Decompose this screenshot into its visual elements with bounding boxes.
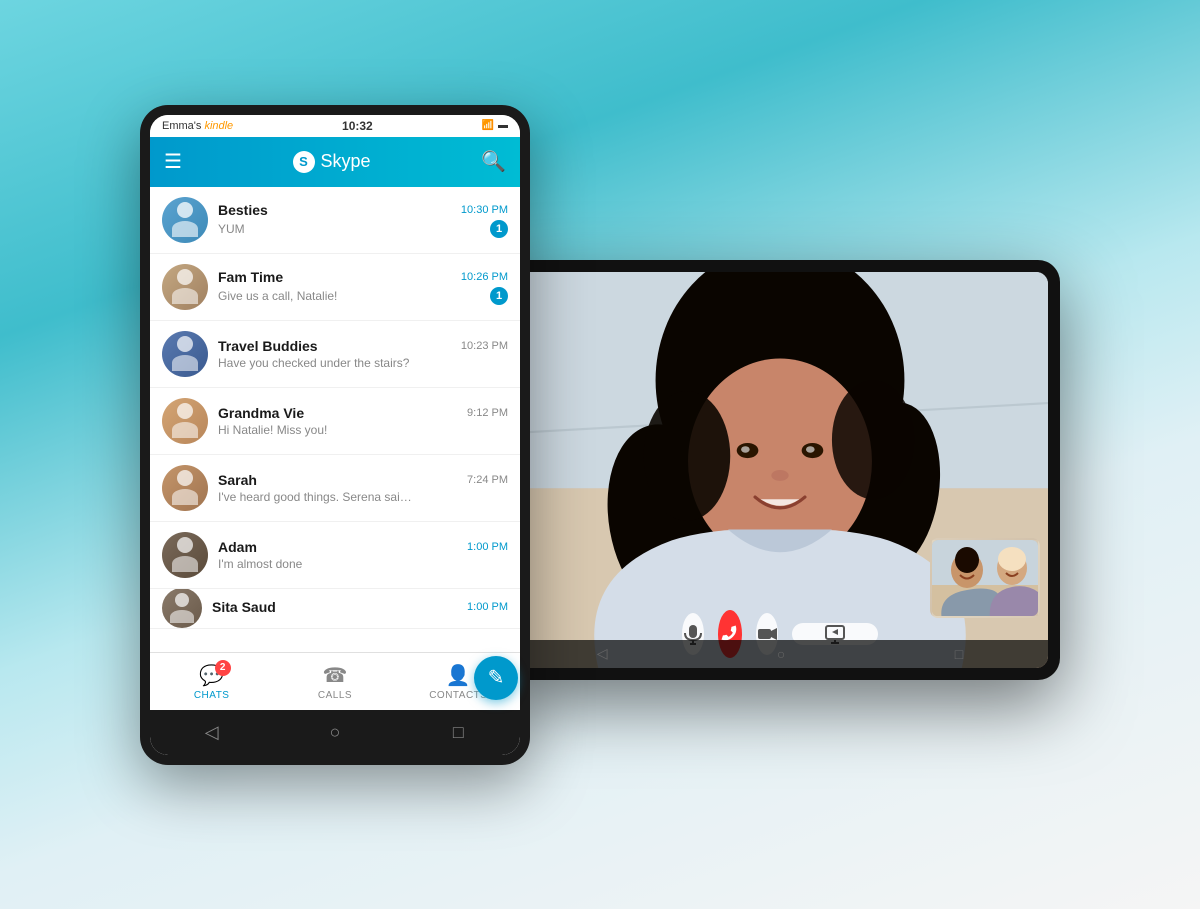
- avatar-sita: [162, 589, 202, 629]
- app-title: S Skype: [293, 151, 371, 173]
- back-button[interactable]: ◁: [197, 722, 227, 743]
- chat-content-besties: Besties 10:30 PM YUM 1: [218, 202, 508, 238]
- chats-nav-label: CHATS: [194, 690, 230, 701]
- pip-svg: [932, 540, 1040, 618]
- nav-item-calls[interactable]: ☎ CALLS: [273, 664, 396, 701]
- avatar-icon-famtime: [162, 264, 208, 310]
- chat-item-sarah[interactable]: Sarah 7:24 PM I've heard good things. Se…: [150, 455, 520, 522]
- chat-content-sita: Sita Saud 1:00 PM: [212, 599, 508, 617]
- back-btn-land[interactable]: ◁: [597, 645, 608, 662]
- chat-content-sarah: Sarah 7:24 PM I've heard good things. Se…: [218, 472, 508, 504]
- chat-preview-sarah: I've heard good things. Serena said she.…: [218, 490, 418, 504]
- chat-preview-adam: I'm almost done: [218, 557, 302, 571]
- status-bar: Emma's kindle 10:32 📶 ▬: [150, 115, 520, 137]
- recent-button[interactable]: □: [443, 722, 473, 743]
- video-main: ◁ ○ □: [512, 272, 1048, 668]
- search-icon[interactable]: 🔍: [481, 149, 506, 174]
- contacts-nav-icon: 👤: [446, 663, 471, 688]
- chat-bottom-besties: YUM 1: [218, 220, 508, 238]
- wifi-icon: 📶: [482, 120, 494, 131]
- chat-name-sarah: Sarah: [218, 472, 257, 488]
- home-button[interactable]: ○: [320, 722, 350, 743]
- chat-name-grandma: Grandma Vie: [218, 405, 304, 421]
- chat-preview-famtime: Give us a call, Natalie!: [218, 289, 337, 303]
- chat-preview-travel: Have you checked under the stairs?: [218, 356, 409, 370]
- chats-nav-badge: 2: [215, 660, 231, 676]
- skype-logo-icon: S: [293, 151, 315, 173]
- nav-item-chats[interactable]: 💬 2 CHATS: [150, 664, 273, 701]
- chat-item-sita[interactable]: Sita Saud 1:00 PM: [150, 589, 520, 629]
- chat-item-travel[interactable]: Travel Buddies 10:23 PM Have you checked…: [150, 321, 520, 388]
- app-name-label: Skype: [321, 151, 371, 172]
- chat-time-sita: 1:00 PM: [467, 601, 508, 613]
- avatar-grandma: [162, 398, 208, 444]
- chat-time-adam: 1:00 PM: [467, 541, 508, 553]
- portrait-screen: Emma's kindle 10:32 📶 ▬ ☰ S Skype 🔍: [150, 115, 520, 755]
- tablet-landscape: ◁ ○ □: [500, 260, 1060, 680]
- chat-preview-grandma: Hi Natalie! Miss you!: [218, 423, 327, 437]
- chat-name-adam: Adam: [218, 539, 257, 555]
- avatar-famtime: [162, 264, 208, 310]
- android-nav-portrait: ◁ ○ □: [150, 710, 520, 755]
- compose-icon: ✎: [488, 665, 505, 690]
- chat-content-adam: Adam 1:00 PM I'm almost done: [218, 539, 508, 571]
- status-icons: 📶 ▬: [482, 120, 508, 131]
- devices-container: Emma's kindle 10:32 📶 ▬ ☰ S Skype 🔍: [140, 105, 1060, 805]
- avatar-besties: [162, 197, 208, 243]
- compose-fab-button[interactable]: ✎: [474, 656, 518, 700]
- calls-nav-label: CALLS: [318, 690, 352, 701]
- avatar-sarah: [162, 465, 208, 511]
- chat-content-famtime: Fam Time 10:26 PM Give us a call, Natali…: [218, 269, 508, 305]
- status-time: 10:32: [342, 119, 373, 133]
- device-name: Emma's kindle: [162, 120, 233, 132]
- nav-icon-wrap-chats: 💬 2: [197, 664, 227, 688]
- home-btn-land[interactable]: ○: [777, 646, 785, 662]
- chat-time-travel: 10:23 PM: [461, 340, 508, 352]
- battery-icon: ▬: [498, 120, 508, 131]
- chat-name-famtime: Fam Time: [218, 269, 283, 285]
- chat-name-besties: Besties: [218, 202, 268, 218]
- chat-time-grandma: 9:12 PM: [467, 407, 508, 419]
- chat-preview-besties: YUM: [218, 222, 245, 236]
- chat-top-besties: Besties 10:30 PM: [218, 202, 508, 218]
- bottom-nav: 💬 2 CHATS ☎ CALLS 👤 CONTACTS: [150, 652, 520, 710]
- chat-item-besties[interactable]: Besties 10:30 PM YUM 1: [150, 187, 520, 254]
- chat-time-famtime: 10:26 PM: [461, 271, 508, 283]
- tablet-portrait: Emma's kindle 10:32 📶 ▬ ☰ S Skype 🔍: [140, 105, 530, 765]
- hamburger-menu-icon[interactable]: ☰: [164, 149, 182, 174]
- pip-video: [930, 538, 1040, 618]
- chat-list: Besties 10:30 PM YUM 1: [150, 187, 520, 652]
- chat-name-sita: Sita Saud: [212, 599, 276, 615]
- landscape-screen: ◁ ○ □: [512, 272, 1048, 668]
- badge-famtime: 1: [490, 287, 508, 305]
- chat-item-famtime[interactable]: Fam Time 10:26 PM Give us a call, Natali…: [150, 254, 520, 321]
- calls-nav-icon: ☎: [323, 663, 348, 688]
- avatar-icon-besties: [162, 197, 208, 243]
- recent-btn-land[interactable]: □: [955, 646, 963, 662]
- avatar-travel: [162, 331, 208, 377]
- chat-content-grandma: Grandma Vie 9:12 PM Hi Natalie! Miss you…: [218, 405, 508, 437]
- chat-name-travel: Travel Buddies: [218, 338, 318, 354]
- chat-time-sarah: 7:24 PM: [467, 474, 508, 486]
- skype-header: ☰ S Skype 🔍: [150, 137, 520, 187]
- android-nav-landscape: ◁ ○ □: [512, 640, 1048, 668]
- chat-item-grandma[interactable]: Grandma Vie 9:12 PM Hi Natalie! Miss you…: [150, 388, 520, 455]
- chat-content-travel: Travel Buddies 10:23 PM Have you checked…: [218, 338, 508, 370]
- badge-besties: 1: [490, 220, 508, 238]
- chat-time-besties: 10:30 PM: [461, 204, 508, 216]
- chat-item-adam[interactable]: Adam 1:00 PM I'm almost done: [150, 522, 520, 589]
- avatar-adam: [162, 532, 208, 578]
